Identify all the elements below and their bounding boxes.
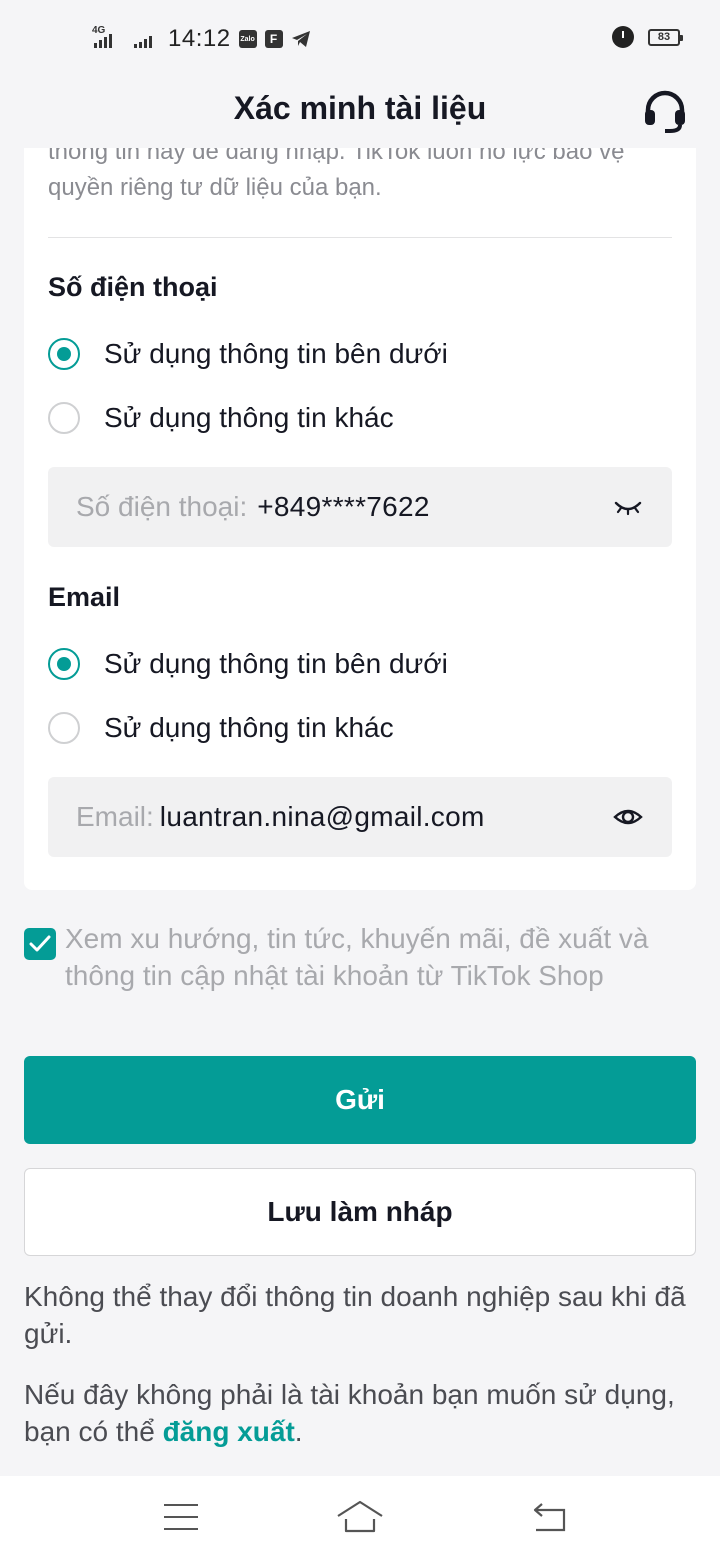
signal-bars-icon — [132, 26, 160, 52]
radio-selected-icon[interactable] — [48, 338, 80, 370]
phone-option-use-below[interactable]: Sử dụng thông tin bên dưới — [48, 334, 448, 374]
email-field: Email: luantran.nina@gmail.com — [48, 777, 672, 857]
headset-icon[interactable] — [640, 86, 690, 136]
logout-link[interactable]: đăng xuất — [163, 1416, 295, 1447]
status-right: 83 — [612, 26, 683, 48]
cannot-change-note: Không thể thay đổi thông tin doanh nghiệ… — [24, 1281, 686, 1349]
back-icon[interactable] — [530, 1502, 568, 1532]
status-left: 4G 14:12 Zalo F — [90, 24, 311, 54]
battery-icon: 83 — [648, 28, 683, 46]
battery-level: 83 — [657, 31, 671, 43]
email-option-use-other[interactable]: Sử dụng thông tin khác — [48, 708, 394, 748]
zalo-icon: Zalo — [238, 30, 257, 48]
mobile-signal-icon: 4G — [90, 26, 124, 52]
email-field-value: luantran.nina@gmail.com — [159, 801, 485, 832]
radio-label: Sử dụng thông tin khác — [104, 402, 394, 433]
alarm-icon — [612, 26, 634, 48]
phone-field: Số điện thoại: +849****7622 — [48, 467, 672, 547]
email-option-use-below[interactable]: Sử dụng thông tin bên dưới — [48, 644, 448, 684]
logout-note-text: Nếu đây không phải là tài khoản bạn muốn… — [24, 1379, 675, 1447]
divider — [48, 237, 672, 238]
logout-note: Nếu đây không phải là tài khoản bạn muốn… — [24, 1376, 696, 1450]
subscribe-text: Xem xu hướng, tin tức, khuyến mãi, đề xu… — [65, 923, 649, 991]
menu-icon[interactable] — [164, 1504, 198, 1532]
facebook-icon: F — [264, 30, 283, 48]
radio-unselected-icon[interactable] — [48, 712, 80, 744]
radio-selected-icon[interactable] — [48, 648, 80, 680]
page-title: Xác minh tài liệu — [233, 90, 487, 126]
status-time: 14:12 — [168, 25, 231, 52]
radio-unselected-icon[interactable] — [48, 402, 80, 434]
email-field-label: Email: — [76, 801, 154, 832]
checkmark-icon — [29, 935, 51, 952]
status-bar: 4G 14:12 Zalo F 83 — [0, 0, 720, 76]
eye-closed-icon[interactable] — [612, 493, 644, 521]
radio-label: Sử dụng thông tin bên dưới — [104, 648, 448, 679]
privacy-intro-text: thông tin này để đăng nhập. TikTok luôn … — [48, 148, 625, 201]
phone-field-label: Số điện thoại: — [76, 491, 248, 522]
radio-label: Sử dụng thông tin bên dưới — [104, 338, 448, 369]
verification-card: thông tin này để đăng nhập. TikTok luôn … — [24, 148, 696, 890]
subscribe-checkbox[interactable] — [24, 928, 56, 960]
submit-button[interactable]: Gửi — [24, 1056, 696, 1144]
eye-open-icon[interactable] — [612, 803, 644, 831]
save-draft-button[interactable]: Lưu làm nháp — [24, 1168, 696, 1256]
page-header: Xác minh tài liệu — [0, 76, 720, 148]
home-icon[interactable] — [336, 1500, 384, 1534]
telegram-icon — [291, 31, 310, 47]
email-section-title: Email — [48, 582, 121, 612]
phone-section-title: Số điện thoại — [48, 272, 218, 302]
radio-label: Sử dụng thông tin khác — [104, 712, 394, 743]
logout-note-suffix: . — [294, 1416, 303, 1447]
phone-field-value: +849****7622 — [257, 491, 430, 522]
phone-option-use-other[interactable]: Sử dụng thông tin khác — [48, 398, 394, 438]
system-nav-bar — [0, 1476, 720, 1560]
